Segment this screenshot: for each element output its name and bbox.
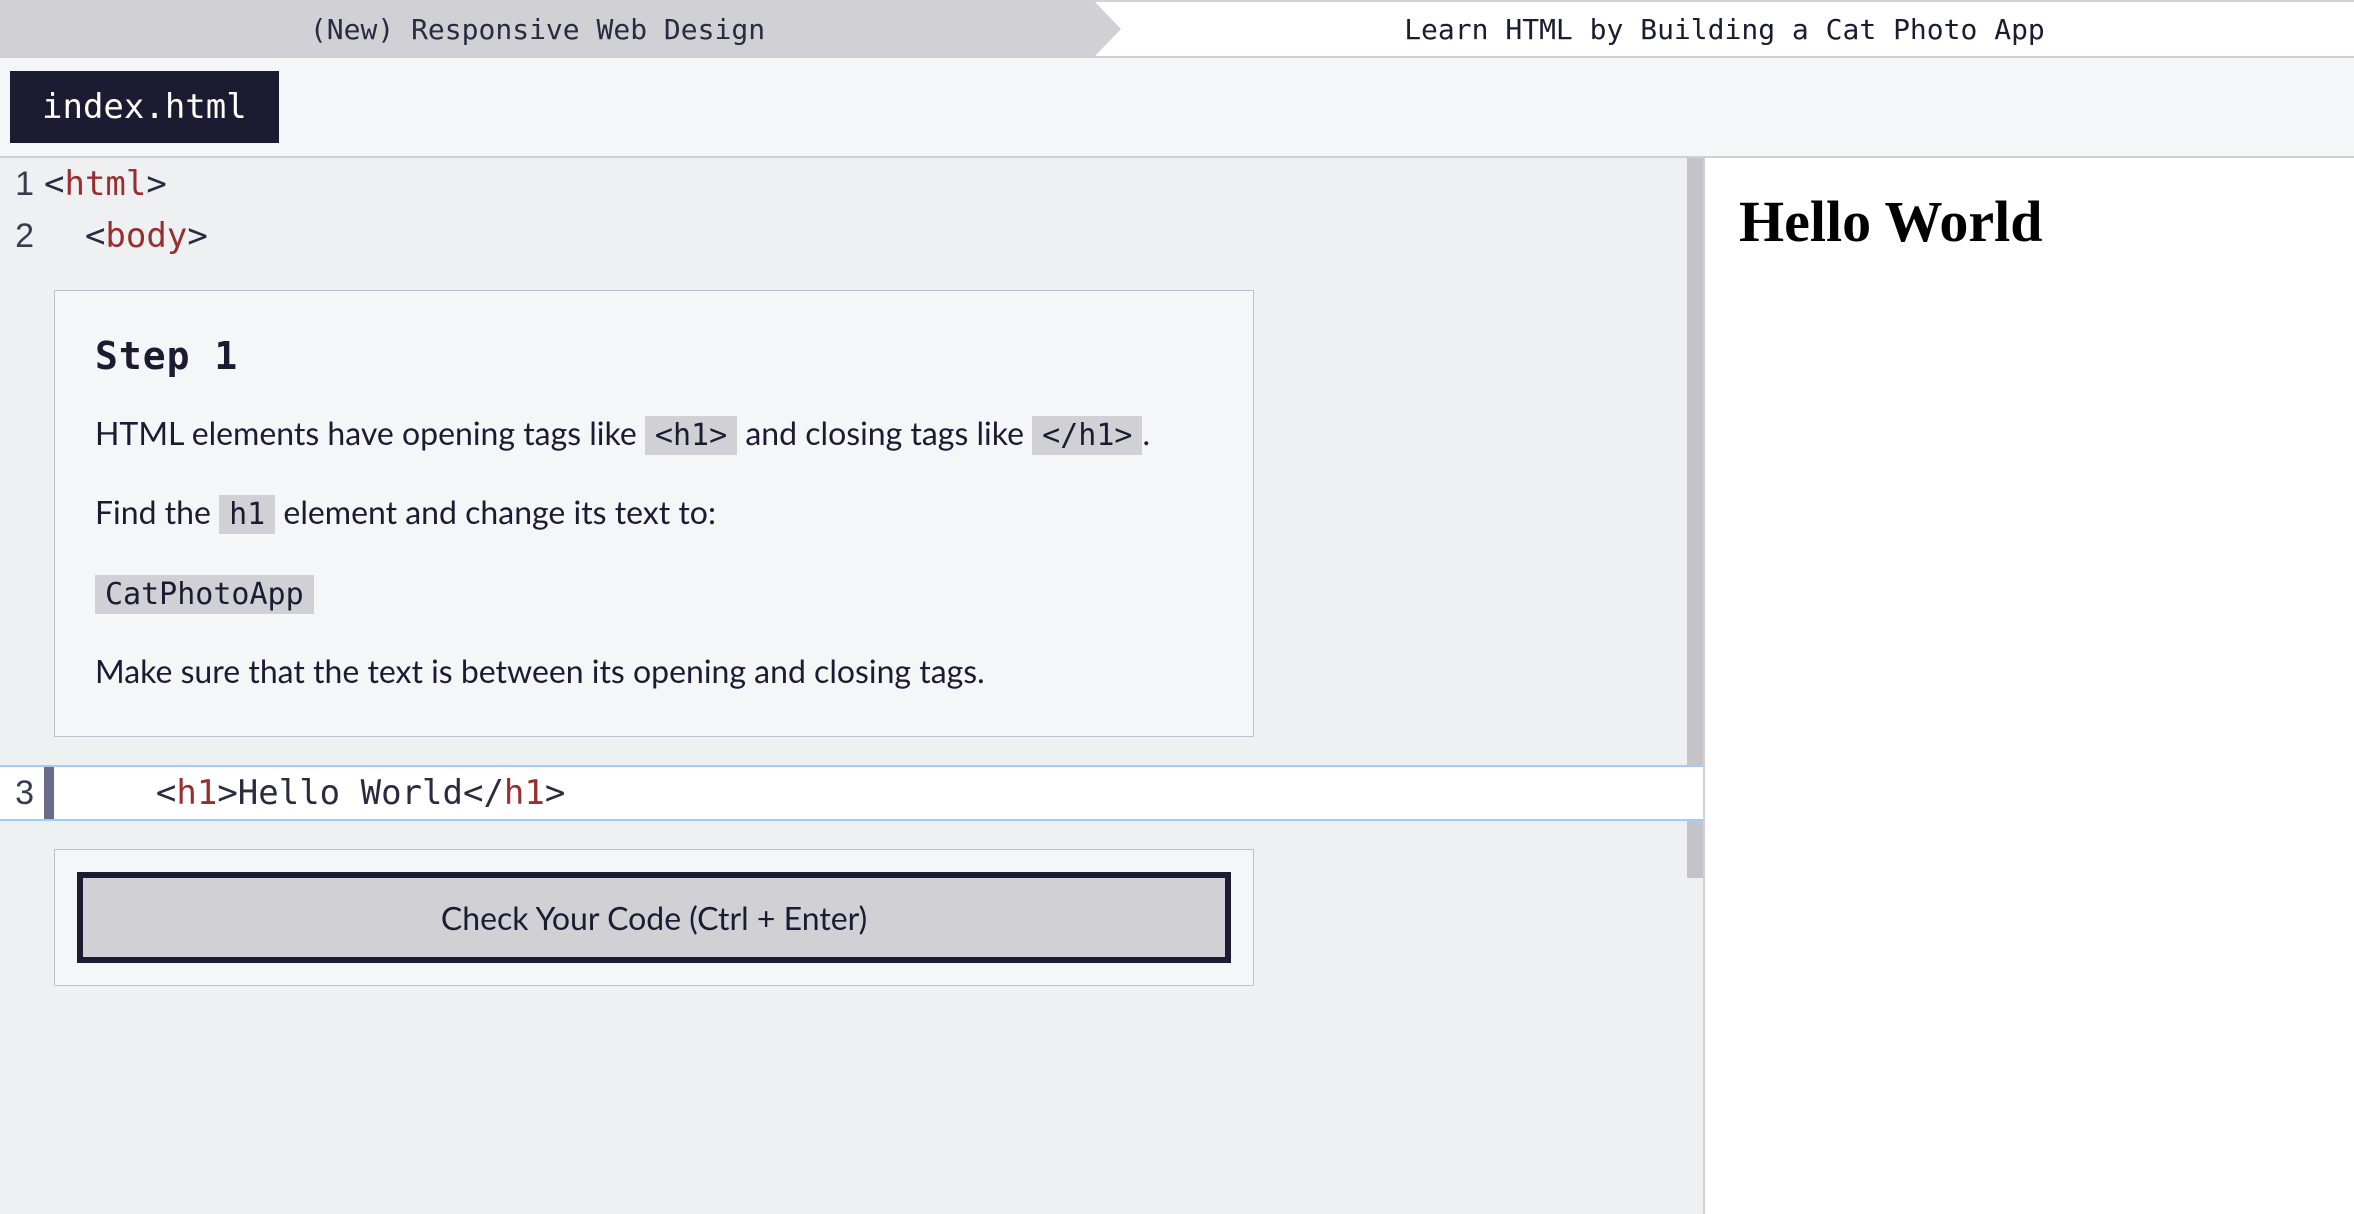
instructions-p3: CatPhotoApp [95, 567, 1213, 619]
active-line-indicator [44, 767, 54, 819]
code-pill-h1-open: <h1> [645, 416, 737, 455]
check-code-panel: Check Your Code (Ctrl + Enter) [54, 849, 1254, 986]
check-code-button[interactable]: Check Your Code (Ctrl + Enter) [77, 872, 1231, 963]
code-line: 2 <body> [0, 210, 1703, 262]
breadcrumb-lesson-label: Learn HTML by Building a Cat Photo App [1404, 13, 2045, 46]
editor-tab-row: index.html [0, 58, 2354, 156]
line-number: 3 [8, 767, 44, 819]
check-code-button-label: Check Your Code (Ctrl + Enter) [441, 898, 867, 937]
breadcrumb: (New) Responsive Web Design Learn HTML b… [0, 0, 2354, 58]
instructions-p1: HTML elements have opening tags like <h1… [95, 408, 1213, 460]
code-content: <html> [44, 158, 167, 210]
instructions-panel: Step 1 HTML elements have opening tags l… [54, 290, 1254, 737]
code-content-editable[interactable]: <h1>Hello World</h1> [44, 767, 565, 819]
code-pill-h1: h1 [219, 495, 275, 534]
code-pill-h1-close: </h1> [1032, 416, 1142, 455]
editor-pane: 1 <html> 2 <body> Step 1 HTML elements h… [0, 158, 1705, 1214]
code-line: 1 <html> [0, 158, 1703, 210]
instructions-p2: Find the h1 element and change its text … [95, 487, 1213, 539]
breadcrumb-lesson[interactable]: Learn HTML by Building a Cat Photo App [1095, 2, 2354, 56]
main-area: 1 <html> 2 <body> Step 1 HTML elements h… [0, 156, 2354, 1214]
preview-heading: Hello World [1739, 188, 2320, 255]
tab-index-html[interactable]: index.html [10, 71, 279, 143]
code-line-editable[interactable]: 3 <h1>Hello World</h1> [0, 765, 1703, 821]
breadcrumb-course-label: (New) Responsive Web Design [310, 13, 765, 46]
line-number: 1 [8, 158, 44, 210]
breadcrumb-course[interactable]: (New) Responsive Web Design [0, 2, 1095, 56]
step-title: Step 1 [95, 327, 1213, 386]
code-content: <body> [44, 210, 208, 262]
code-pill-target-text: CatPhotoApp [95, 575, 314, 614]
tab-label: index.html [42, 87, 247, 127]
preview-pane: Hello World [1705, 158, 2354, 1214]
line-number: 2 [8, 210, 44, 262]
instructions-p4: Make sure that the text is between its o… [95, 646, 1213, 696]
